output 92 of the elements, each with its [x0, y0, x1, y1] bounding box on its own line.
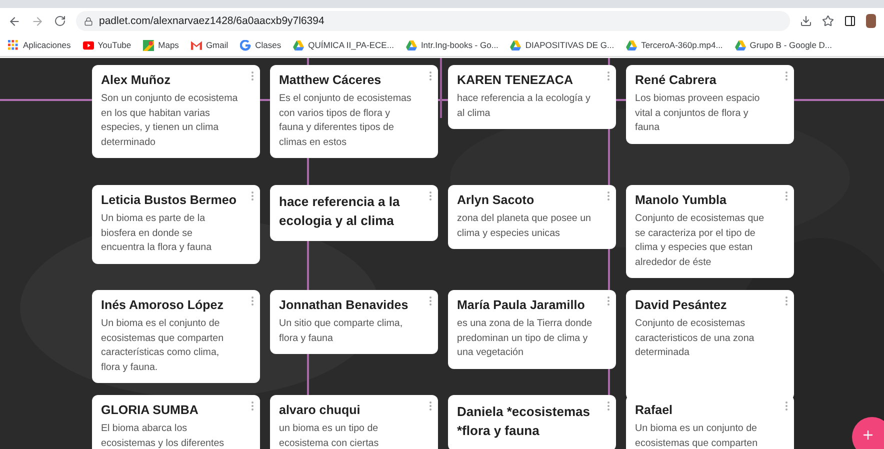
post-card[interactable]: Alex Muñoz Son un conjunto de ecosistema en los que habitan varias especies, y tienen un clima determinado [92, 65, 260, 158]
more-icon[interactable] [607, 71, 610, 81]
play-icon [82, 40, 94, 50]
post-author: Manolo Yumbla [635, 192, 728, 209]
drive-icon [406, 40, 417, 50]
more-icon[interactable] [785, 71, 788, 81]
forward-icon[interactable] [31, 14, 44, 28]
drive-icon [510, 40, 522, 50]
post-author: KAREN TENEZACA [457, 72, 574, 89]
post-author: Jonnathan Benavides [279, 297, 410, 314]
bookmark-link[interactable]: Gmail [190, 40, 228, 50]
address-bar[interactable]: padlet.com/alexnarvaez1428/6a0aacxb9y7l6394 [76, 11, 790, 31]
post-text: hace referencia a la ecologia y al clima [279, 193, 401, 230]
apps-grid-icon [8, 40, 19, 50]
drive-icon [626, 40, 638, 50]
post-text: hace referencia a la ecología y al clima [457, 92, 592, 120]
bookmark-link[interactable]: Maps [143, 40, 179, 50]
post-author: María Paula Jaramillo [457, 297, 586, 314]
post-card[interactable]: Matthew Cáceres Es el conjunto de ecosistemas con varios tipos de flora y fauna y diferentes tipos de climas en estos [270, 65, 438, 158]
post-author: GLORIA SUMBA [101, 402, 200, 419]
post-text: zona del planeta que posee un clima y especies unicas [457, 212, 592, 240]
post-card[interactable]: Inés Amoroso López Un bioma es el conjunto de ecosistemas que comparten características como clima, flora y fauna. [92, 290, 260, 383]
post-card[interactable]: Manolo Yumbla Conjunto de ecosistemas que se caracteriza por el tipo de clima y especies que estan alrededor de éste [626, 185, 794, 278]
bookmark-link[interactable]: QUÍMICA II_PA-ECE... [293, 40, 394, 50]
post-author: alvaro chuqui [279, 402, 362, 419]
more-icon[interactable] [785, 296, 788, 306]
bookmark-link[interactable]: TerceroA-360p.mp4... [626, 40, 723, 50]
post-author: David Pesántez [635, 297, 728, 314]
reload-icon[interactable] [54, 15, 66, 27]
url-text: padlet.com/alexnarvaez1428/6a0aacxb9y7l6394 [99, 15, 324, 27]
bookmark-link[interactable]: DIAPOSITIVAS DE G... [510, 40, 614, 50]
more-icon[interactable] [607, 191, 610, 201]
post-card[interactable]: hace referencia a la ecologia y al clima [270, 185, 438, 241]
post-card[interactable]: María Paula Jaramillo es una zona de la Tierra donde predominan un tipo de clima y una vegetación [448, 290, 616, 368]
more-icon[interactable] [607, 401, 610, 411]
post-text: Un bioma es parte de la biosfera en donde se encuentra la flora y fauna [101, 212, 213, 255]
more-icon[interactable] [429, 191, 432, 201]
post-card[interactable]: KAREN TENEZACA hace referencia a la ecología y al clima [448, 65, 616, 129]
post-card[interactable]: Leticia Bustos Bermeo Un bioma es parte de la biosfera en donde se encuentra la flora y fauna [92, 185, 260, 264]
more-icon[interactable] [785, 191, 788, 201]
post-text: es una zona de la Tierra donde predominan un tipo de clima y una vegetación [457, 317, 594, 360]
post-author: Leticia Bustos Bermeo [101, 192, 238, 209]
post-card[interactable]: alvaro chuqui un bioma es un tipo de ecosistema con ciertas [270, 395, 438, 449]
drive-icon [293, 40, 304, 50]
post-text: Conjunto de ecosistemas caracteristicos de una zona determinada [635, 317, 756, 360]
post-card[interactable]: Rafael Un bioma es un conjunto de ecosistemas que comparten [626, 395, 794, 449]
post-text: Es el conjunto de ecosistemas con varios tipos de flora y fauna y diferentes tipos de climas en estos [279, 92, 412, 150]
post-text: Un bioma es un conjunto de ecosistemas que comparten [635, 422, 759, 449]
post-author: Inés Amoroso López [101, 297, 224, 314]
post-card[interactable]: Arlyn Sacoto zona del planeta que posee un clima y especies unicas [448, 185, 616, 249]
google-icon [240, 40, 252, 50]
more-icon[interactable] [429, 71, 432, 81]
profile-avatar[interactable] [866, 14, 876, 28]
post-text: El bioma abarca los ecosistemas y los diferentes [101, 422, 226, 449]
post-author: René Cabrera [635, 72, 718, 89]
more-icon[interactable] [251, 71, 254, 81]
post-text: un bioma es un tipo de ecosistema con ciertas [279, 422, 380, 449]
post-author: Matthew Cáceres [279, 72, 382, 89]
bookmark-link[interactable]: Intr.Ing-books - Go... [406, 40, 498, 50]
envelope-icon [190, 40, 202, 50]
post-author: Rafael [635, 402, 674, 419]
post-text: Un sitio que comparte clima, flora y fauna [279, 317, 404, 346]
plus-icon [861, 428, 875, 442]
lock-icon [84, 16, 93, 26]
map-pin-icon [143, 40, 154, 50]
drive-icon [734, 40, 746, 50]
more-icon[interactable] [785, 401, 788, 411]
post-card[interactable]: René Cabrera Los biomas proveen espacio vital a conjuntos de flora y fauna [626, 65, 794, 144]
back-icon[interactable] [8, 14, 21, 28]
post-text: Un bioma es el conjunto de ecosistemas que comparten características como clima, flora y fauna. [101, 317, 225, 374]
star-icon[interactable] [822, 15, 834, 27]
post-text: Son un conjunto de ecosistema en los que habitan varias especies, y tienen un clima determinado [101, 92, 238, 150]
more-icon[interactable] [607, 296, 610, 306]
more-icon[interactable] [429, 401, 432, 411]
post-card[interactable]: Jonnathan Benavides Un sitio que comparte clima, flora y fauna [270, 290, 438, 354]
more-icon[interactable] [251, 401, 254, 411]
bookmark-link[interactable]: YouTube [82, 40, 132, 50]
post-author: Arlyn Sacoto [457, 192, 536, 209]
post-author: Alex Muñoz [101, 72, 172, 89]
post-card[interactable]: GLORIA SUMBA El bioma abarca los ecosistemas y los diferentes [92, 395, 260, 449]
side-panel-icon[interactable] [844, 15, 856, 27]
more-icon[interactable] [251, 191, 254, 201]
bookmark-link[interactable]: Aplicaciones [8, 40, 71, 50]
post-card[interactable]: Daniela *ecosistemas *flora y fauna [448, 395, 616, 449]
post-text: Los biomas proveen espacio vital a conjuntos de flora y fauna [635, 92, 761, 135]
post-text: Conjunto de ecosistemas que se caracteriza por el tipo de clima y especies que estan alrededor de éste [635, 212, 766, 270]
post-text: Daniela *ecosistemas *flora y fauna [457, 403, 591, 440]
more-icon[interactable] [251, 296, 254, 306]
bookmark-link[interactable]: Clases [240, 40, 282, 50]
install-icon[interactable] [800, 15, 812, 27]
more-icon[interactable] [429, 296, 432, 306]
bookmark-link[interactable]: Grupo B - Google D... [734, 40, 832, 50]
